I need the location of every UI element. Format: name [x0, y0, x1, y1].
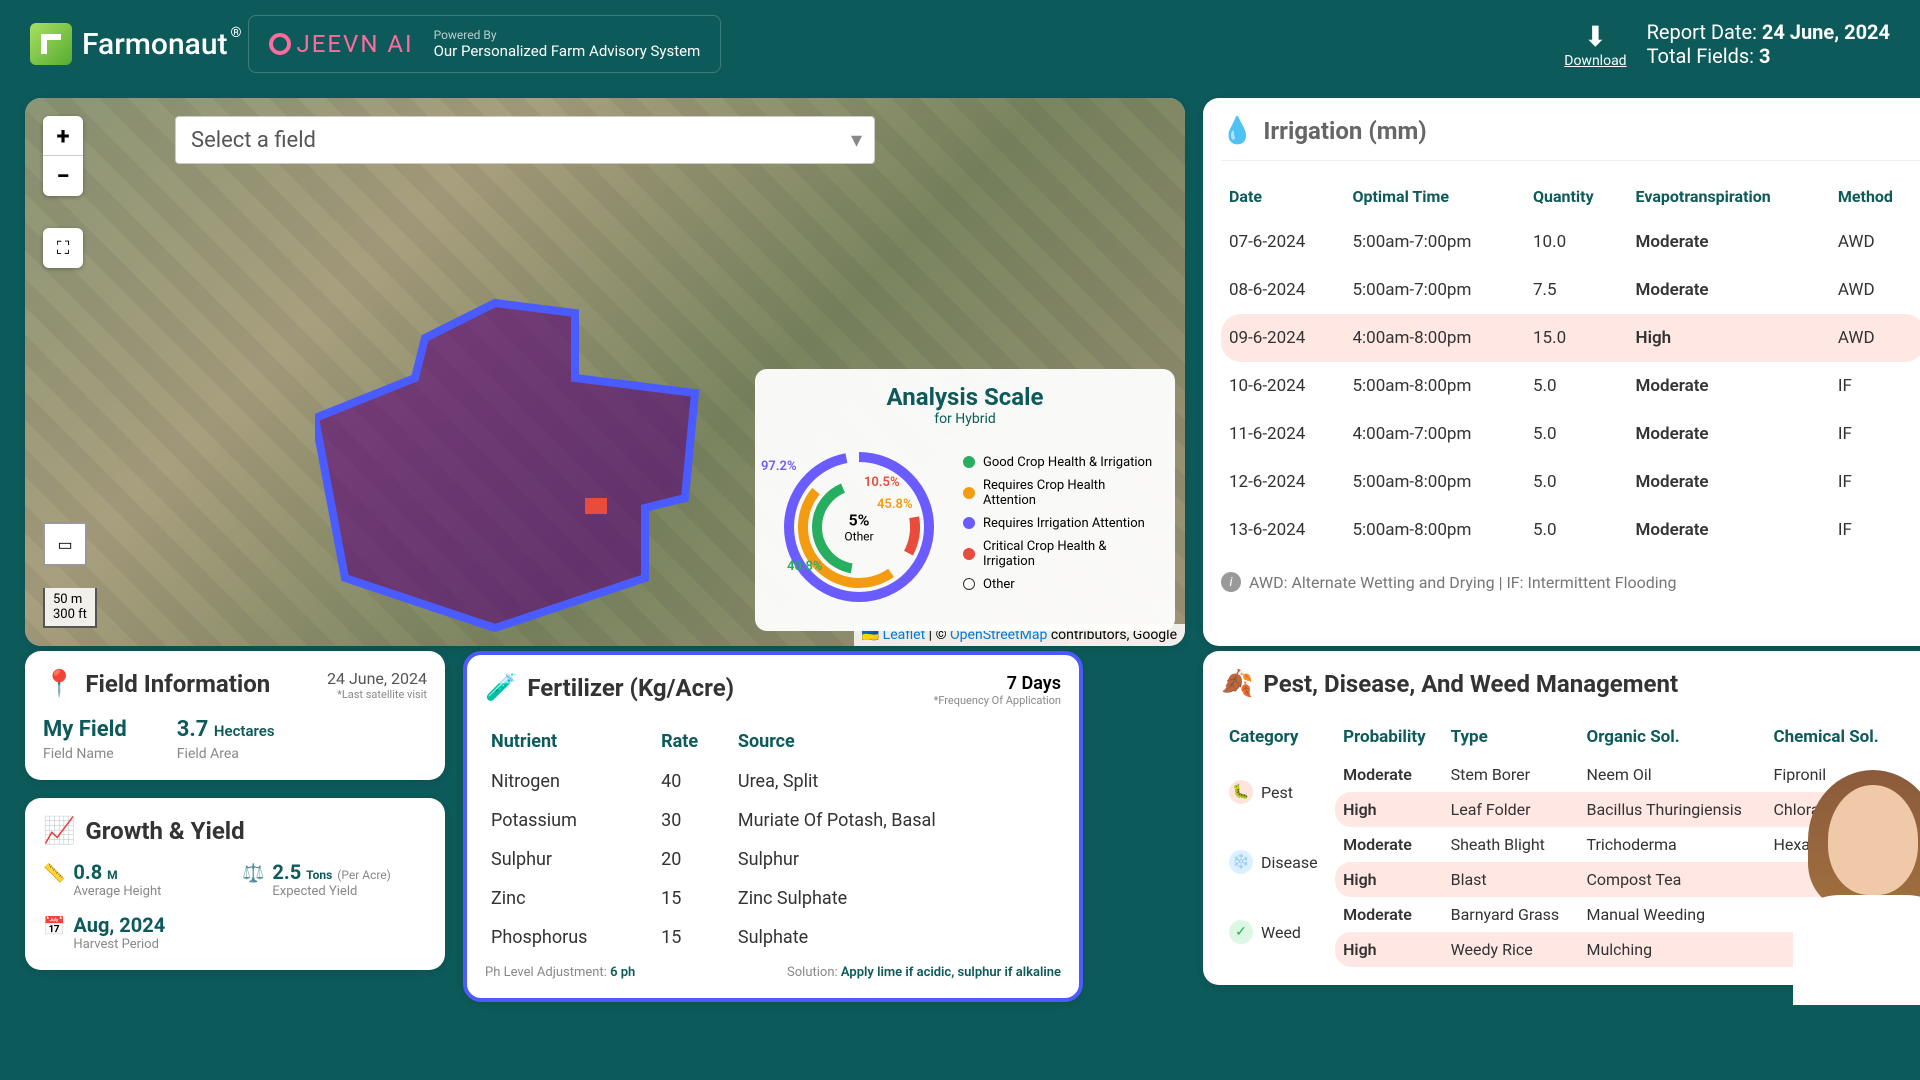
download-icon: ⬇ — [1564, 20, 1626, 53]
assistant-avatar — [1783, 765, 1920, 1005]
jeevn-logo: JEEVN AI — [269, 30, 414, 58]
field-information-card: 📍Field Information 24 June, 2024 *Last s… — [25, 651, 445, 780]
download-button[interactable]: ⬇ Download — [1564, 20, 1626, 69]
table-row: Zinc15Zinc Sulphate — [485, 879, 1061, 918]
fullscreen-button[interactable]: ⛶ — [43, 228, 83, 268]
analysis-subtitle: for Hybrid — [769, 411, 1161, 427]
header: Farmonaut® JEEVN AI Powered By Our Perso… — [0, 0, 1920, 88]
field-name-value: My Field — [43, 717, 127, 742]
table-row: 12-6-20245:00am-8:00pm5.0ModerateIF — [1221, 458, 1920, 506]
fertilizer-card: 🧪Fertilizer (Kg/Acre) 7 Days *Frequency … — [463, 651, 1083, 1002]
table-row: 08-6-20245:00am-7:00pm7.5ModerateAWD — [1221, 266, 1920, 314]
growth-yield-card: 📈Growth & Yield 📏0.8 M Average Height⚖️2… — [25, 798, 445, 970]
analysis-scale-panel: Analysis Scale for Hybrid 5%Other 97.2% … — [755, 369, 1175, 631]
flask-icon: 🧪 — [485, 673, 517, 703]
table-row: 13-6-20245:00am-8:00pm5.0ModerateIF — [1221, 506, 1920, 554]
table-row: 07-6-20245:00am-7:00pm10.0ModerateAWD — [1221, 218, 1920, 266]
table-row: 11-6-20244:00am-7:00pm5.0ModerateIF — [1221, 410, 1920, 458]
table-row: Nitrogen40Urea, Split — [485, 762, 1061, 801]
analysis-title: Analysis Scale — [769, 383, 1161, 411]
leaf-icon: 🍂 — [1221, 669, 1253, 699]
pest-management-card: 🍂Pest, Disease, And Weed Management Cate… — [1203, 651, 1920, 985]
legend-item: Critical Crop Health & Irrigation — [963, 539, 1161, 569]
table-row: 10-6-20245:00am-8:00pm5.0ModerateIF — [1221, 362, 1920, 410]
legend-item: Other — [963, 577, 1161, 592]
water-icon: 💧 — [1221, 116, 1253, 146]
irrigation-table: DateOptimal TimeQuantityEvapotranspirati… — [1221, 175, 1920, 554]
legend-item: Good Crop Health & Irrigation — [963, 455, 1161, 470]
zoom-in-button[interactable]: + — [43, 116, 83, 156]
powered-by-box: JEEVN AI Powered By Our Personalized Far… — [248, 15, 722, 73]
legend-item: Requires Crop Health Attention — [963, 478, 1161, 508]
field-area-value: 3.7 Hectares — [177, 717, 275, 742]
irrigation-footer: i AWD: Alternate Wetting and Drying | IF… — [1221, 572, 1920, 592]
jeevn-ring-icon — [269, 33, 291, 55]
brand-name: Farmonaut® — [82, 27, 228, 62]
scale-bar: 50 m300 ft — [43, 588, 97, 628]
logo-icon — [30, 23, 72, 65]
analysis-donut: 5%Other 97.2% 10.5% 45.8% 40.8% — [769, 437, 949, 617]
growth-item: 📅Aug, 2024 Harvest Period — [43, 913, 228, 952]
powered-label: Powered By — [434, 28, 701, 42]
legend-item: Requires Irrigation Attention — [963, 516, 1161, 531]
report-info: Report Date: 24 June, 2024 Total Fields:… — [1647, 20, 1890, 68]
table-row: Phosphorus15Sulphate — [485, 918, 1061, 957]
analysis-legend: Good Crop Health & Irrigation Requires Cr… — [963, 455, 1161, 600]
field-select-dropdown[interactable]: Select a field — [175, 116, 875, 164]
powered-subtitle: Our Personalized Farm Advisory System — [434, 42, 701, 60]
growth-item: ⚖️2.5 Tons (Per Acre)Expected Yield — [242, 860, 427, 899]
table-row: 09-6-20244:00am-8:00pm15.0HighAWD — [1221, 314, 1920, 362]
irrigation-card: 💧Irrigation (mm) DateOptimal TimeQuantit… — [1203, 98, 1920, 646]
zoom-controls: + − — [43, 116, 83, 196]
logo: Farmonaut® — [30, 23, 228, 65]
zoom-out-button[interactable]: − — [43, 156, 83, 196]
info-icon: i — [1221, 572, 1241, 592]
pin-icon: 📍 — [43, 669, 75, 699]
download-label: Download — [1564, 53, 1626, 69]
growth-icon: 📈 — [43, 816, 75, 846]
growth-item: 📏0.8 M Average Height — [43, 860, 228, 899]
fertilizer-table: NutrientRateSource Nitrogen40Urea, Split… — [485, 721, 1061, 957]
table-row: Sulphur20Sulphur — [485, 840, 1061, 879]
map-card: + − ⛶ ▭ Select a field 50 m300 ft 🇺🇦 Lea… — [25, 98, 1185, 646]
field-polygon[interactable] — [315, 298, 745, 646]
table-row: Potassium30Muriate Of Potash, Basal — [485, 801, 1061, 840]
measure-button[interactable]: ▭ — [43, 522, 87, 566]
